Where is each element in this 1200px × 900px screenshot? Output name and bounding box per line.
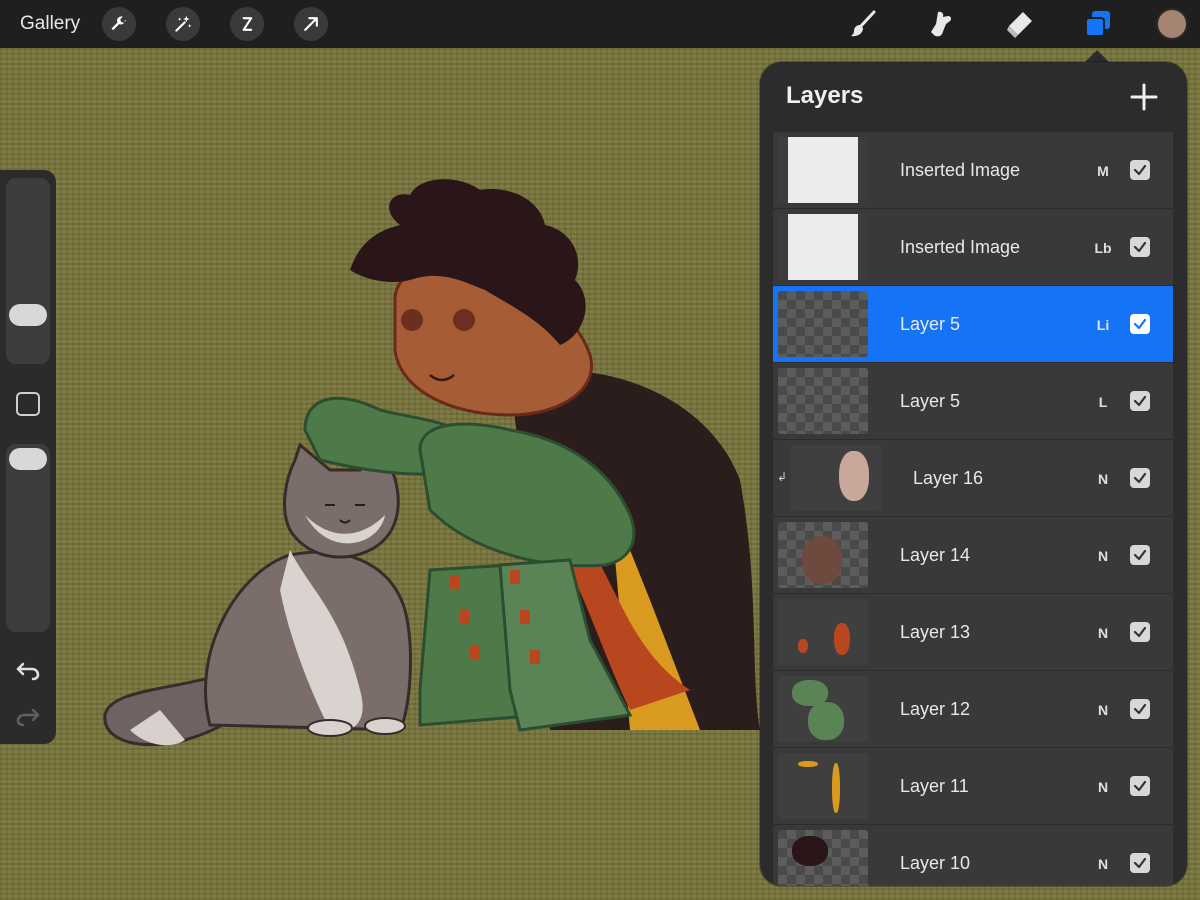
checkmark-icon	[1133, 318, 1147, 330]
layer-row[interactable]: Layer 12 N	[773, 671, 1173, 748]
checkmark-icon	[1133, 780, 1147, 792]
eraser-icon	[1007, 12, 1032, 38]
visibility-checkbox[interactable]	[1130, 391, 1150, 411]
checkmark-icon	[1133, 857, 1147, 869]
add-layer-button[interactable]	[1129, 82, 1159, 112]
blend-mode-button[interactable]: N	[1092, 856, 1114, 872]
blend-mode-button[interactable]: N	[1092, 779, 1114, 795]
blend-mode-button[interactable]: M	[1092, 163, 1114, 179]
brush-icon	[851, 10, 876, 37]
blend-mode-button[interactable]: N	[1092, 625, 1114, 641]
visibility-checkbox[interactable]	[1130, 622, 1150, 642]
selection-button[interactable]	[230, 7, 265, 41]
checkmark-icon	[1133, 549, 1147, 561]
layer-row[interactable]: Inserted Image Lb	[773, 209, 1173, 286]
adjustments-button[interactable]	[166, 7, 201, 41]
plus-icon	[1130, 83, 1158, 111]
visibility-checkbox[interactable]	[1130, 160, 1150, 180]
layer-row[interactable]: Layer 13 N	[773, 594, 1173, 671]
top-toolbar: Gallery	[0, 0, 1200, 48]
blend-mode-button[interactable]: Lb	[1092, 240, 1114, 256]
layers-tool-button[interactable]	[1078, 4, 1118, 44]
transform-arrow-icon	[304, 17, 319, 31]
blend-mode-button[interactable]: N	[1092, 702, 1114, 718]
layer-name: Layer 10	[900, 853, 971, 873]
magic-wand-icon	[175, 15, 192, 32]
checkmark-icon	[1133, 395, 1147, 407]
layer-name: Layer 5	[900, 314, 961, 334]
layer-row[interactable]: Layer 10 N	[773, 825, 1173, 886]
redo-button[interactable]	[14, 702, 42, 730]
clipping-mask-icon: ↲	[777, 470, 788, 484]
actions-button[interactable]	[102, 7, 137, 41]
visibility-checkbox[interactable]	[1130, 853, 1150, 873]
brush-tool-button[interactable]	[844, 4, 884, 44]
checkmark-icon	[1133, 241, 1147, 253]
blend-mode-button[interactable]: N	[1092, 548, 1114, 564]
layer-thumbnail	[778, 830, 868, 886]
smudge-icon	[931, 11, 952, 37]
layer-thumbnail	[778, 676, 868, 742]
left-sidebar	[0, 170, 56, 744]
layer-name: Layer 14	[900, 545, 971, 565]
blend-mode-button[interactable]: Li	[1092, 317, 1114, 333]
artwork-illustration	[103, 179, 760, 747]
layers-panel: Layers Inserted Image M Inserted Image L…	[760, 62, 1187, 886]
visibility-checkbox[interactable]	[1130, 468, 1150, 488]
undo-icon	[16, 662, 40, 681]
visibility-checkbox[interactable]	[1130, 237, 1150, 257]
layer-row-selected[interactable]: Layer 5 Li	[773, 286, 1173, 363]
layer-thumbnail	[778, 368, 868, 434]
layer-name: Layer 13	[900, 622, 971, 642]
checkmark-icon	[1133, 703, 1147, 715]
visibility-checkbox[interactable]	[1130, 545, 1150, 565]
layer-row[interactable]: Layer 14 N	[773, 517, 1173, 594]
layer-row[interactable]: Layer 11 N	[773, 748, 1173, 825]
brush-size-slider[interactable]	[6, 178, 50, 364]
smudge-tool-button[interactable]	[922, 4, 962, 44]
checkmark-icon	[1133, 164, 1147, 176]
transform-button[interactable]	[294, 7, 329, 41]
layers-panel-title: Layers	[786, 82, 864, 109]
layer-thumbnail	[791, 445, 881, 511]
layer-name: Layer 12	[900, 699, 971, 719]
layer-thumbnail	[778, 599, 868, 665]
blend-mode-button[interactable]: L	[1092, 394, 1114, 410]
undo-button[interactable]	[14, 656, 42, 684]
visibility-checkbox[interactable]	[1130, 314, 1150, 334]
layers-icon	[1085, 11, 1110, 37]
layer-thumbnail	[778, 522, 868, 588]
layer-thumbnail	[778, 137, 868, 203]
checkmark-icon	[1133, 472, 1147, 484]
layer-row[interactable]: Inserted Image M	[773, 132, 1173, 209]
layer-list: Inserted Image M Inserted Image Lb Layer…	[773, 132, 1173, 886]
checkmark-icon	[1133, 626, 1147, 638]
visibility-checkbox[interactable]	[1130, 699, 1150, 719]
wrench-icon	[111, 16, 127, 31]
layer-row[interactable]: Layer 5 L	[773, 363, 1173, 440]
layer-name: Layer 16	[913, 468, 984, 488]
layer-row[interactable]: ↲ Layer 16 N	[773, 440, 1173, 517]
layer-name: Layer 11	[900, 776, 969, 796]
brush-opacity-slider[interactable]	[6, 444, 50, 632]
eraser-tool-button[interactable]	[1000, 4, 1040, 44]
redo-icon	[16, 708, 40, 727]
color-picker-swatch[interactable]	[1156, 8, 1188, 40]
selection-icon	[242, 17, 253, 31]
modify-button[interactable]	[16, 392, 40, 416]
layer-thumbnail	[778, 291, 868, 357]
brush-size-thumb[interactable]	[9, 304, 47, 326]
layer-name: Layer 5	[900, 391, 961, 411]
blend-mode-button[interactable]: N	[1092, 471, 1114, 487]
layer-thumbnail	[778, 753, 868, 819]
layer-name: Inserted Image	[900, 237, 1021, 257]
brush-opacity-thumb[interactable]	[9, 448, 47, 470]
gallery-button[interactable]: Gallery	[20, 13, 80, 35]
layer-thumbnail	[778, 214, 868, 280]
visibility-checkbox[interactable]	[1130, 776, 1150, 796]
layer-name: Inserted Image	[900, 160, 1021, 180]
